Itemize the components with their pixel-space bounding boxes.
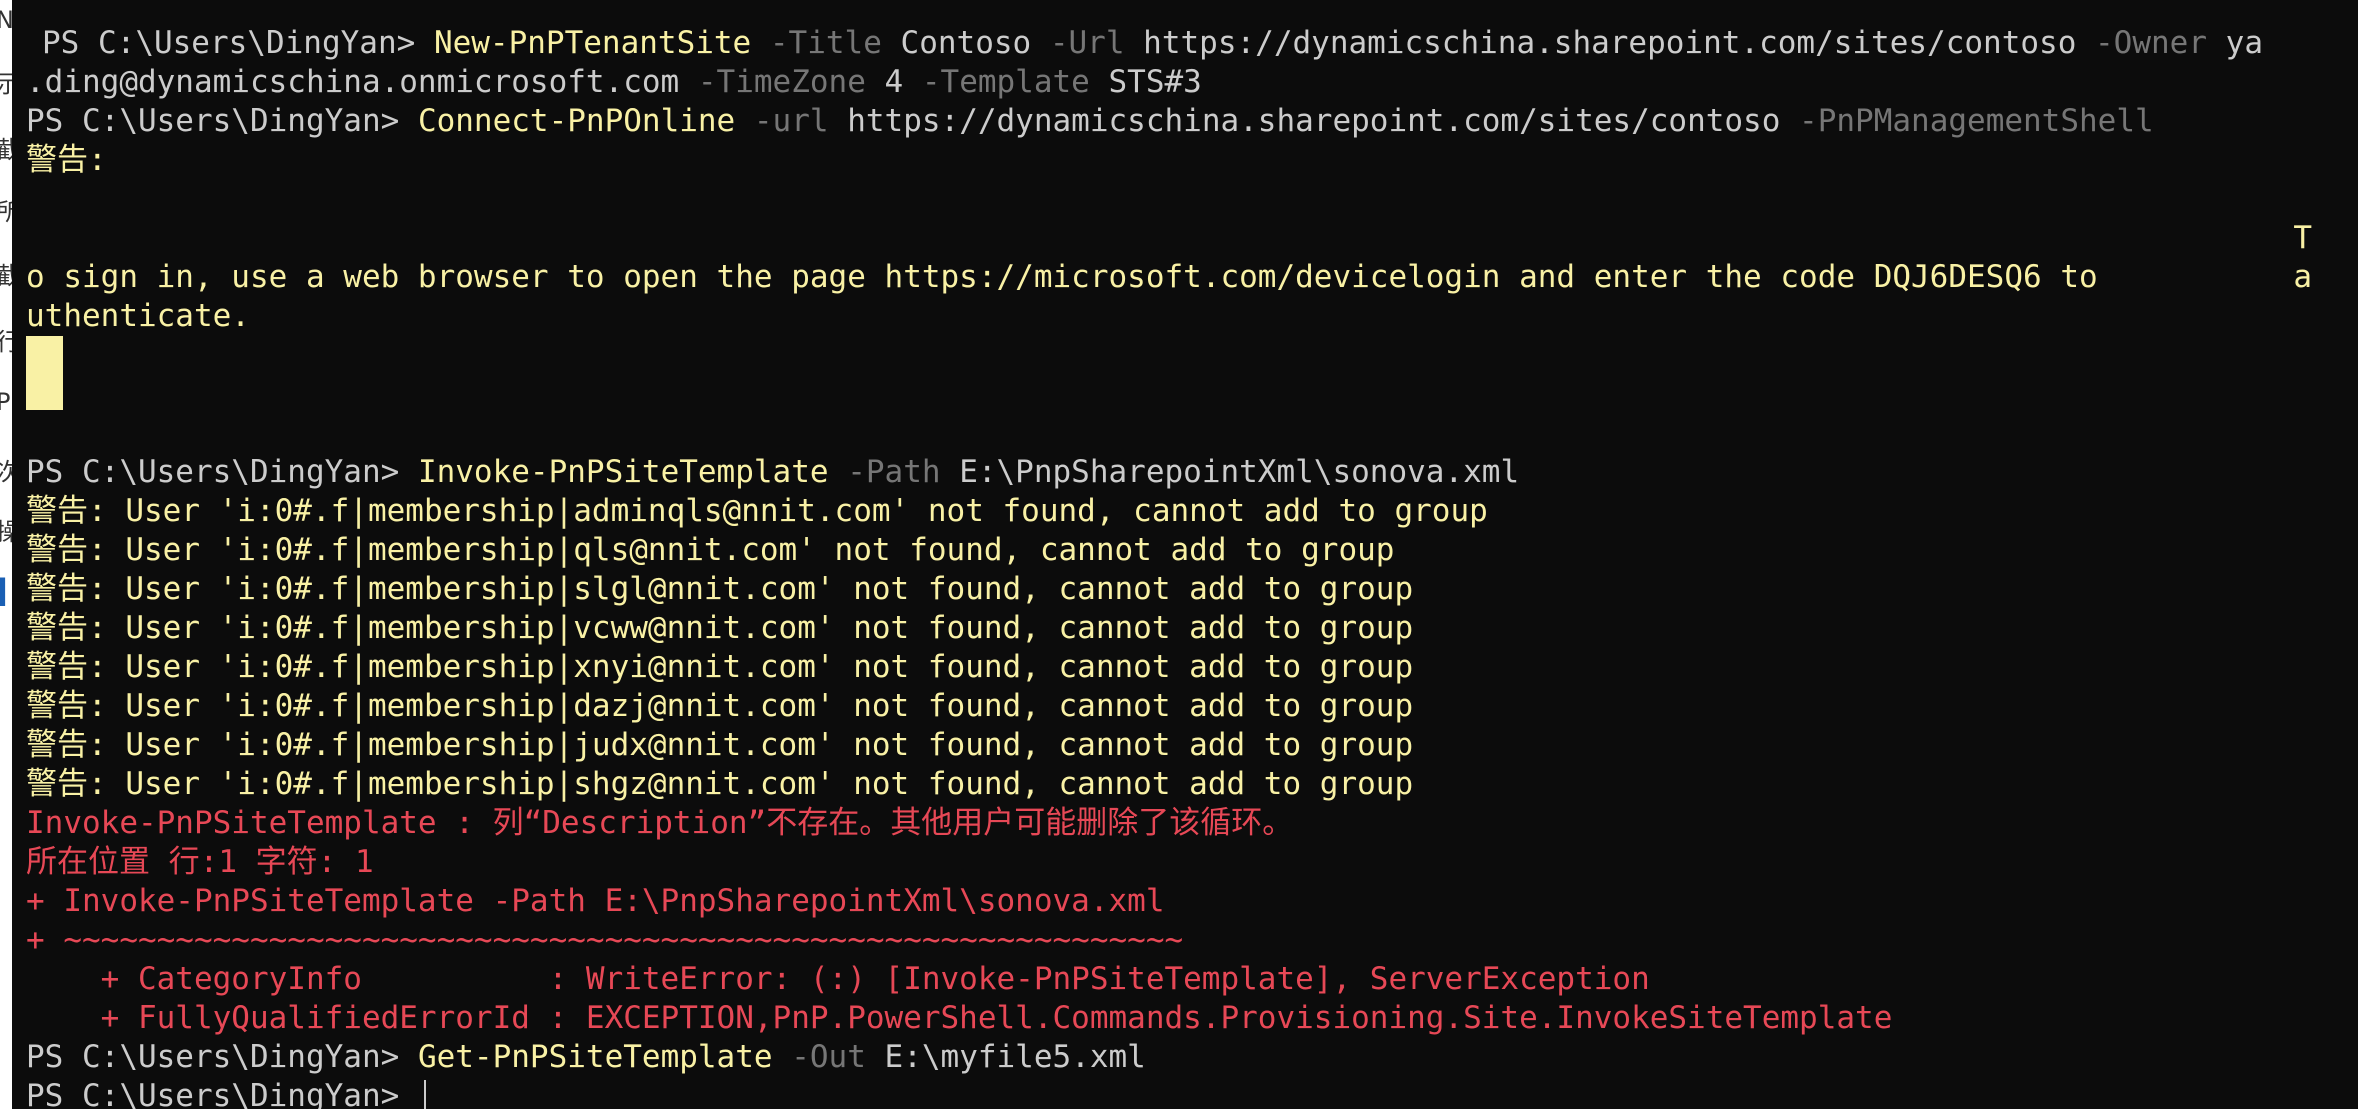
error-line: + ~~~~~~~~~~~~~~~~~~~~~~~~~~~~~~~~~~~~~~… [26,922,1184,958]
parameter: -Owner [2076,25,2208,61]
parameter: -Path [828,454,941,490]
cmdlet: Connect-PnPOnline [417,103,736,139]
argument: Contoso [881,25,1032,61]
warning-line: 警告: User 'i:0#.f|membership|shgz@nnit.co… [26,766,1414,802]
parameter: -Url [1031,25,1125,61]
command-line: PS C:\Users\DingYan> New-PnPTenantSite -… [42,24,2263,63]
prompt: PS C:\Users\DingYan> [26,1078,418,1109]
background-text-fragment: 所 [0,200,12,224]
argument: .ding@dynamicschina.onmicrosoft.com [26,64,680,100]
warning-line: 警告: User 'i:0#.f|membership|adminqls@nni… [26,493,1488,529]
prompt: PS C:\Users\DingYan> [26,1039,418,1075]
cmdlet: Get-PnPSiteTemplate [417,1039,773,1075]
prompt: PS C:\Users\DingYan> [26,103,418,139]
background-text-fragment: Pr [0,388,12,416]
background-text-fragment: N [0,6,12,34]
background-window-strip: N 示 截 所 截 行 Pr 次 操 ▌ [0,0,12,1109]
prompt: PS C:\Users\DingYan> [42,25,434,61]
parameter: -Out [772,1039,866,1075]
command-line: PS C:\Users\DingYan> Invoke-PnPSiteTempl… [26,453,1519,492]
device-login-message: uthenticate. [26,298,250,334]
argument: STS#3 [1089,64,1202,100]
cmdlet: New-PnPTenantSite [433,25,752,61]
warning-line: 警告: User 'i:0#.f|membership|vcww@nnit.co… [26,610,1414,646]
error-line: + FullyQualifiedErrorId : EXCEPTION,PnP.… [26,1000,1893,1036]
argument: 4 [865,64,904,100]
argument: E:\myfile5.xml [865,1039,1146,1075]
background-text-fragment: 次 [0,460,12,484]
error-line: + Invoke-PnPSiteTemplate -Path E:\PnpSha… [26,883,1165,919]
wrapped-char: T [2293,220,2312,256]
parameter: -TimeZone [679,64,866,100]
parameter: -Title [751,25,882,61]
cmdlet: Invoke-PnPSiteTemplate [417,454,829,490]
background-text-fragment: 截 [0,264,12,288]
device-login-message: o sign in, use a web browser to open the… [26,259,2098,295]
prompt: PS C:\Users\DingYan> [26,454,418,490]
background-text-fragment: 操 [0,520,12,544]
command-line: PS C:\Users\DingYan> Get-PnPSiteTemplate… [26,1038,1146,1077]
argument: E:\PnpSharepointXml\sonova.xml [940,454,1520,490]
parameter: -url [735,103,829,139]
command-line-wrap: .ding@dynamicschina.onmicrosoft.com -Tim… [26,63,1202,102]
current-prompt-line[interactable]: PS C:\Users\DingYan> [26,1077,426,1109]
background-text-fragment: 示 [0,72,12,96]
warning-header: 警告: [26,142,107,178]
argument: https://dynamicschina.sharepoint.com/sit… [828,103,1781,139]
error-line: 所在位置 行:1 字符: 1 [26,844,374,880]
warning-line: 警告: User 'i:0#.f|membership|qls@nnit.com… [26,532,1395,568]
error-line: Invoke-PnPSiteTemplate : 列“Description”不… [26,805,1294,841]
warning-line: 警告: User 'i:0#.f|membership|xnyi@nnit.co… [26,649,1414,685]
block-cursor [26,336,63,410]
powershell-terminal[interactable]: PS C:\Users\DingYan> New-PnPTenantSite -… [12,0,2358,1109]
warning-line: 警告: User 'i:0#.f|membership|judx@nnit.co… [26,727,1414,763]
error-line: + CategoryInfo : WriteError: (:) [Invoke… [26,961,1650,997]
background-text-fragment: 行 [0,330,12,354]
argument: ya [2207,25,2264,61]
parameter: -Template [903,64,1090,100]
background-text-fragment: 截 [0,138,12,162]
parameter: -PnPManagementShell [1780,103,2154,139]
background-text-fragment: ▌ [0,578,12,606]
warning-line: 警告: User 'i:0#.f|membership|slgl@nnit.co… [26,571,1414,607]
wrapped-char: a [2293,259,2312,295]
command-line: PS C:\Users\DingYan> Connect-PnPOnline -… [26,102,2154,141]
text-caret [423,1080,426,1109]
warning-line: 警告: User 'i:0#.f|membership|dazj@nnit.co… [26,688,1414,724]
argument: https://dynamicschina.sharepoint.com/sit… [1124,25,2077,61]
